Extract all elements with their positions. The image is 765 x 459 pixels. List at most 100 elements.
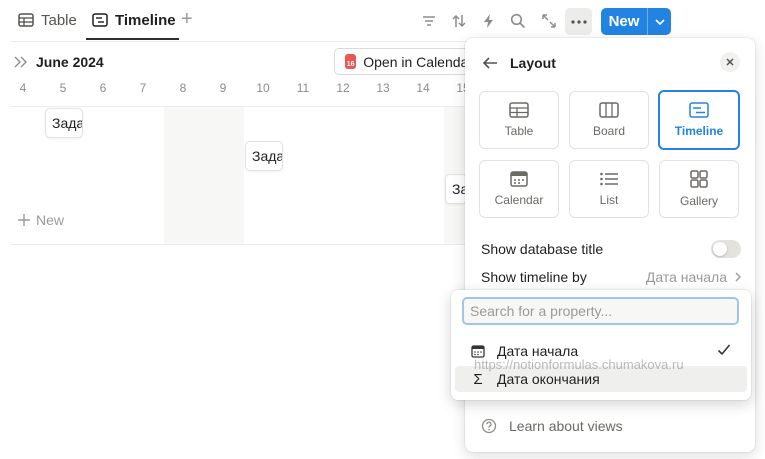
sort-button[interactable] <box>449 11 469 31</box>
day-label: 11 <box>296 81 310 95</box>
show-timeline-by-value-container: Дата начала <box>646 269 741 285</box>
day-label: 8 <box>179 81 187 95</box>
new-dropdown-toggle[interactable] <box>648 18 671 25</box>
tab-timeline[interactable]: Timeline <box>92 0 176 40</box>
day-label: 9 <box>219 81 227 95</box>
open-in-calendar-button[interactable]: 16 Open in Calendar <box>334 48 474 75</box>
day-label: 7 <box>139 81 147 95</box>
layout-option-label: Gallery <box>679 194 718 208</box>
timeline-icon <box>689 102 709 118</box>
plus-icon: + <box>181 8 193 30</box>
timeline-item-title: Задача 1 <box>52 115 82 131</box>
open-in-calendar-label: Open in Calendar <box>363 53 473 70</box>
sort-icon <box>452 14 466 28</box>
day-label: 14 <box>416 81 430 95</box>
show-timeline-by-value: Дата начала <box>645 269 727 285</box>
expand-arrows-icon <box>542 14 556 28</box>
toggle-knob <box>713 242 727 256</box>
layout-option-label: Timeline <box>674 124 724 138</box>
timeline-bottom-divider <box>10 244 470 245</box>
filter-button[interactable] <box>419 11 439 31</box>
double-chevron-right-icon[interactable] <box>14 56 28 68</box>
close-icon <box>726 58 734 66</box>
timeline-new-label: New <box>36 212 65 228</box>
new-button-label: New <box>608 13 640 30</box>
view-toolbar: Table Timeline + New <box>0 0 765 42</box>
tab-table[interactable]: Table <box>18 0 77 40</box>
timeline-new-item-button[interactable]: New <box>18 212 64 228</box>
layout-panel-title: Layout <box>510 55 556 71</box>
table-icon <box>18 13 34 27</box>
list-icon <box>600 172 618 186</box>
more-options-button[interactable] <box>565 8 592 35</box>
add-view-button[interactable]: + <box>181 9 193 29</box>
day-label: 4 <box>19 81 27 95</box>
layout-option-board[interactable]: Board <box>569 91 649 149</box>
date-icon <box>471 344 485 358</box>
property-search-input[interactable] <box>464 299 737 323</box>
layout-option-timeline[interactable]: Timeline <box>658 90 740 150</box>
layout-option-label: Table <box>504 124 534 138</box>
day-label: 6 <box>99 81 107 95</box>
timeline-header-divider <box>10 106 470 107</box>
layout-option-label: Board <box>592 124 626 138</box>
timeline-item[interactable]: Задача 3 <box>445 174 467 204</box>
search-icon <box>510 13 526 29</box>
weekend-column <box>164 107 244 244</box>
layout-option-list[interactable]: List <box>569 160 649 218</box>
plus-icon <box>18 214 30 226</box>
property-option-label: Дата начала <box>497 343 579 359</box>
layout-panel-header: Layout <box>465 52 755 74</box>
chevron-down-icon <box>654 18 665 25</box>
show-database-title-row: Show database title <box>481 239 741 259</box>
learn-about-views-label: Learn about views <box>509 418 623 434</box>
show-database-title-label: Show database title <box>481 241 604 257</box>
day-label: 13 <box>376 81 390 95</box>
filter-icon <box>423 16 435 26</box>
layout-option-calendar[interactable]: Calendar <box>479 160 559 218</box>
formula-sigma-icon: Σ <box>473 370 483 388</box>
property-option-end-date[interactable]: Σ Дата окончания <box>455 366 747 392</box>
property-option-start-date[interactable]: Дата начала <box>455 338 747 364</box>
month-label: June 2024 <box>36 54 104 70</box>
day-label: 12 <box>336 81 350 95</box>
timeline-item-title: Задача 2 <box>252 148 282 164</box>
new-button[interactable]: New <box>601 8 671 35</box>
tab-timeline-label: Timeline <box>115 11 176 29</box>
gallery-icon <box>690 170 708 188</box>
show-timeline-by-row[interactable]: Show timeline by Дата начала <box>481 267 741 287</box>
layout-option-label: Calendar <box>494 193 544 207</box>
question-circle-icon <box>481 418 497 434</box>
day-label: 5 <box>59 81 67 95</box>
learn-about-views-link[interactable]: Learn about views <box>481 418 623 434</box>
calendar-date-icon: 16 <box>345 54 357 69</box>
layout-option-table[interactable]: Table <box>479 91 559 149</box>
timeline-icon <box>92 13 108 27</box>
show-timeline-by-label: Show timeline by <box>481 269 587 285</box>
timeline-item[interactable]: Задача 2 <box>245 141 283 171</box>
show-database-title-toggle[interactable] <box>711 240 741 258</box>
table-icon <box>509 102 529 118</box>
checkmark-icon <box>717 344 731 356</box>
active-tab-indicator <box>86 38 179 40</box>
arrow-left-icon[interactable] <box>481 54 499 72</box>
close-button[interactable] <box>720 52 740 72</box>
layout-option-gallery[interactable]: Gallery <box>659 160 739 218</box>
calendar-icon <box>510 171 528 187</box>
day-label: 10 <box>256 81 270 95</box>
search-button[interactable] <box>508 11 528 31</box>
calendar-icon-day: 16 <box>346 61 355 68</box>
timeline-item[interactable]: Задача 1 <box>45 108 83 138</box>
property-option-label: Дата окончания <box>497 371 600 387</box>
toolbar-divider <box>10 41 470 42</box>
chevron-right-icon <box>735 272 741 282</box>
layout-option-label: List <box>599 193 619 207</box>
expand-button[interactable] <box>539 11 559 31</box>
tab-table-label: Table <box>41 11 77 29</box>
automation-button[interactable] <box>479 11 499 31</box>
month-header: June 2024 <box>14 52 104 72</box>
property-search-box <box>462 297 739 325</box>
ellipsis-icon <box>570 19 587 24</box>
lightning-icon <box>484 14 493 28</box>
board-icon <box>599 102 619 118</box>
